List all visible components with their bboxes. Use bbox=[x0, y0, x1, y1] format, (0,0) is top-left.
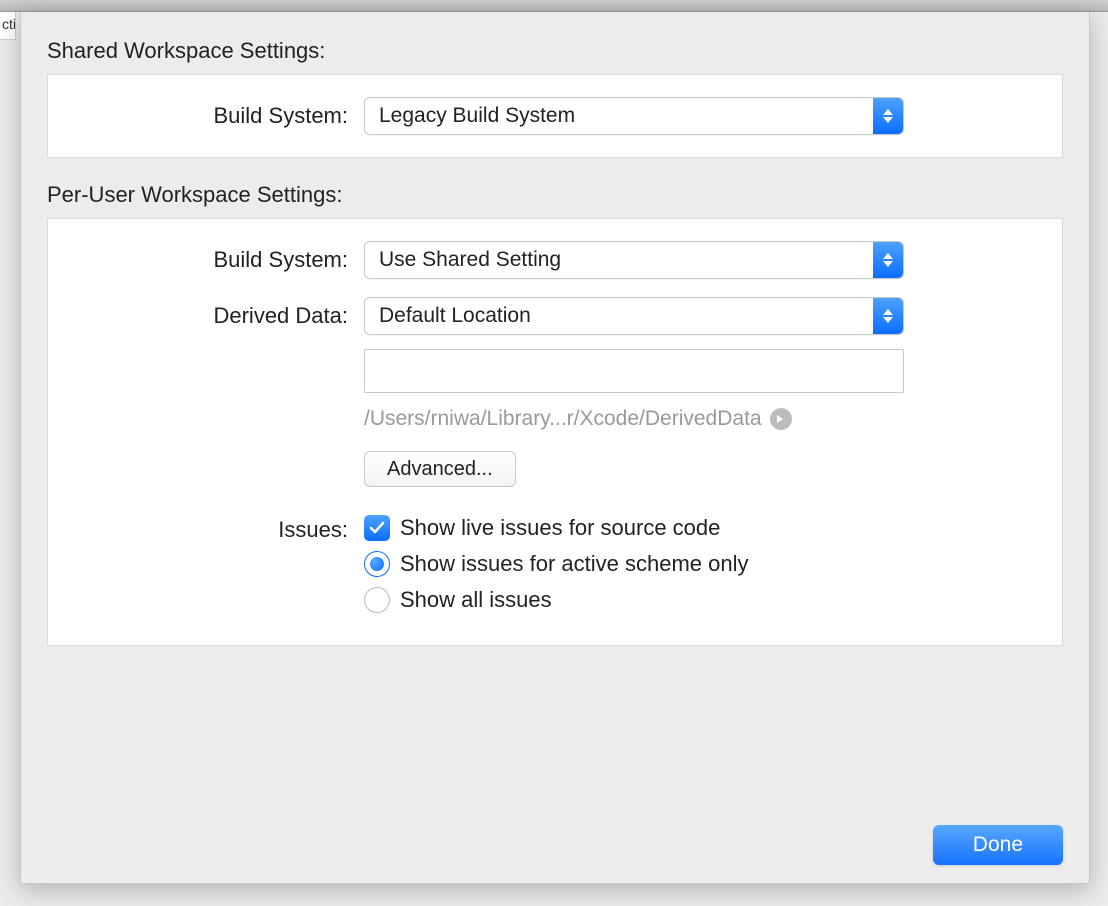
shared-settings-title: Shared Workspace Settings: bbox=[47, 38, 1063, 64]
popup-stepper-icon bbox=[873, 98, 903, 134]
radio-show-all-label: Show all issues bbox=[400, 587, 552, 613]
radio-active-scheme-label: Show issues for active scheme only bbox=[400, 551, 749, 577]
popup-stepper-icon bbox=[873, 242, 903, 278]
window-titlebar bbox=[0, 0, 1108, 12]
derived-data-resolved-path: /Users/rniwa/Library...r/Xcode/DerivedDa… bbox=[364, 407, 762, 431]
radio-active-scheme-only[interactable]: Show issues for active scheme only bbox=[364, 551, 1026, 577]
peruser-build-system-value: Use Shared Setting bbox=[365, 248, 873, 272]
advanced-button[interactable]: Advanced... bbox=[364, 451, 516, 487]
show-live-issues-label: Show live issues for source code bbox=[400, 515, 720, 541]
derived-data-popup[interactable]: Default Location bbox=[364, 297, 904, 335]
radio-icon bbox=[364, 587, 390, 613]
shared-settings-panel: Build System: Legacy Build System bbox=[47, 74, 1063, 158]
sheet-footer: Done bbox=[933, 825, 1063, 865]
shared-build-system-label: Build System: bbox=[84, 103, 364, 129]
background-tab-stub: cti bbox=[0, 12, 16, 40]
derived-data-label: Derived Data: bbox=[84, 297, 364, 329]
derived-data-path-field[interactable] bbox=[364, 349, 904, 393]
radio-icon bbox=[364, 551, 390, 577]
derived-data-value: Default Location bbox=[365, 304, 873, 328]
done-button[interactable]: Done bbox=[933, 825, 1063, 865]
shared-build-system-value: Legacy Build System bbox=[365, 104, 873, 128]
peruser-build-system-popup[interactable]: Use Shared Setting bbox=[364, 241, 904, 279]
checkbox-icon bbox=[364, 515, 390, 541]
shared-build-system-popup[interactable]: Legacy Build System bbox=[364, 97, 904, 135]
peruser-settings-title: Per-User Workspace Settings: bbox=[47, 182, 1063, 208]
reveal-in-finder-icon[interactable] bbox=[770, 408, 792, 430]
radio-show-all-issues[interactable]: Show all issues bbox=[364, 587, 1026, 613]
peruser-build-system-label: Build System: bbox=[84, 247, 364, 273]
issues-label: Issues: bbox=[84, 515, 364, 543]
peruser-settings-panel: Build System: Use Shared Setting Derived… bbox=[47, 218, 1063, 646]
workspace-settings-sheet: Shared Workspace Settings: Build System:… bbox=[20, 12, 1090, 884]
show-live-issues-checkbox-row[interactable]: Show live issues for source code bbox=[364, 515, 1026, 541]
popup-stepper-icon bbox=[873, 298, 903, 334]
